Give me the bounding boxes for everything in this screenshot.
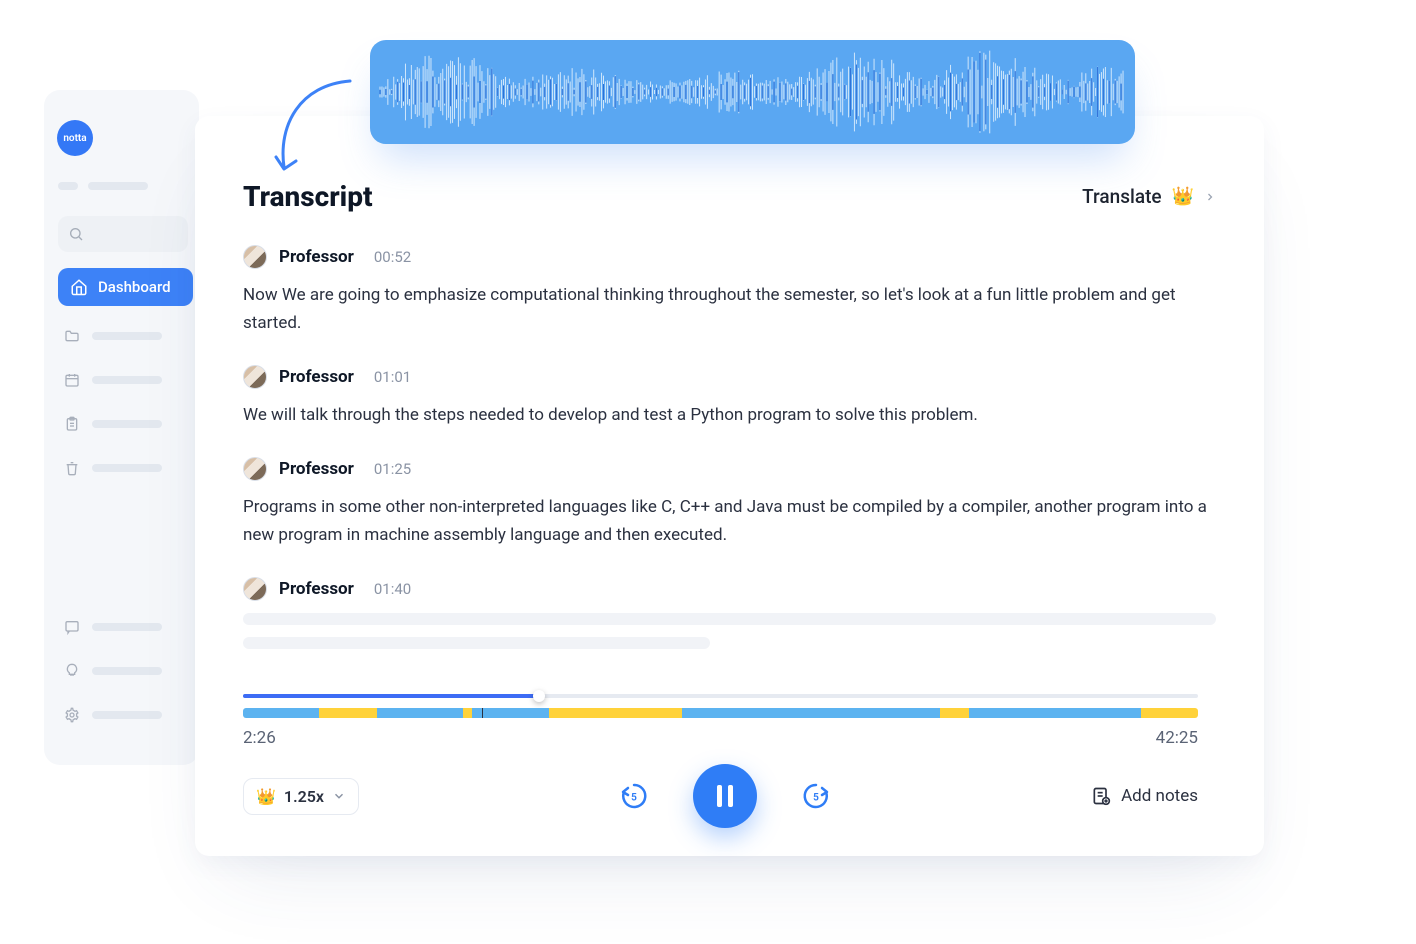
pause-icon (717, 785, 733, 807)
translate-label: Translate (1082, 185, 1161, 208)
audio-player: 2:26 42:25 👑 1.25x 5 (243, 694, 1198, 828)
premium-crown-icon: 👑 (256, 787, 276, 806)
forward-icon: 5 (801, 781, 831, 811)
sidebar-item-settings[interactable] (58, 699, 199, 731)
clipboard-icon (64, 416, 80, 432)
speaker-segments (243, 708, 1198, 718)
transcript-text: Now We are going to emphasize computatio… (243, 281, 1216, 337)
sidebar-item-tips[interactable] (58, 655, 199, 687)
folder-icon (64, 328, 80, 344)
timestamp: 01:01 (374, 368, 411, 386)
home-icon (70, 278, 88, 296)
speaker-name: Professor (279, 459, 354, 479)
pointer-arrow (270, 75, 360, 175)
transcript-entry[interactable]: Professor 01:01 We will talk through the… (243, 365, 1216, 429)
transcript-text: Programs in some other non-interpreted l… (243, 493, 1216, 549)
speaker-name: Professor (279, 247, 354, 267)
avatar (243, 457, 267, 481)
rewind-icon: 5 (619, 781, 649, 811)
trash-icon (64, 460, 80, 476)
pause-button[interactable] (693, 764, 757, 828)
sidebar-item-label: Dashboard (98, 278, 171, 296)
transcript-text: We will talk through the steps needed to… (243, 401, 1216, 429)
premium-crown-icon: 👑 (1172, 186, 1194, 207)
progress-bar[interactable] (243, 694, 1198, 718)
timestamp: 01:40 (374, 580, 411, 598)
add-notes-button[interactable]: Add notes (1091, 786, 1198, 806)
avatar (243, 365, 267, 389)
sidebar-item-feedback[interactable] (58, 611, 199, 643)
transcript-panel: Transcript Translate 👑 Professor 00:52 N… (195, 116, 1264, 856)
avatar (243, 577, 267, 601)
current-time: 2:26 (243, 728, 276, 748)
search-icon (68, 226, 84, 242)
speaker-name: Professor (279, 367, 354, 387)
transcript-entry-loading: Professor 01:40 (243, 577, 1216, 649)
search-input[interactable] (58, 216, 188, 252)
chevron-down-icon (332, 789, 346, 803)
calendar-icon (64, 372, 80, 388)
translate-button[interactable]: Translate 👑 (1082, 185, 1216, 208)
svg-text:5: 5 (813, 793, 819, 804)
audio-waveform-preview (370, 40, 1135, 144)
page-title: Transcript (243, 180, 373, 213)
chevron-right-icon (1204, 185, 1216, 208)
add-notes-label: Add notes (1121, 786, 1198, 806)
brand-logo: notta (57, 120, 93, 156)
forward-5-button[interactable]: 5 (801, 781, 831, 811)
sidebar-item-dashboard[interactable]: Dashboard (58, 268, 193, 306)
transcript-entry[interactable]: Professor 00:52 Now We are going to emph… (243, 245, 1216, 337)
speaker-name: Professor (279, 579, 354, 599)
playback-speed-selector[interactable]: 👑 1.25x (243, 778, 359, 815)
timestamp: 00:52 (374, 248, 411, 266)
rewind-5-button[interactable]: 5 (619, 781, 649, 811)
avatar (243, 245, 267, 269)
total-time: 42:25 (1156, 728, 1198, 748)
transcript-entry[interactable]: Professor 01:25 Programs in some other n… (243, 457, 1216, 549)
speed-label: 1.25x (284, 787, 324, 806)
gear-icon (64, 707, 80, 723)
sidebar-item-trash[interactable] (58, 452, 199, 484)
message-icon (64, 619, 80, 635)
sidebar-placeholder (58, 182, 199, 190)
sidebar-item-calendar[interactable] (58, 364, 199, 396)
svg-text:5: 5 (631, 793, 637, 804)
sidebar-item-tasks[interactable] (58, 408, 199, 440)
note-add-icon (1091, 786, 1111, 806)
sidebar: notta Dashboard (44, 90, 199, 765)
timestamp: 01:25 (374, 460, 411, 478)
bulb-icon (64, 663, 80, 679)
sidebar-item-folder[interactable] (58, 320, 199, 352)
